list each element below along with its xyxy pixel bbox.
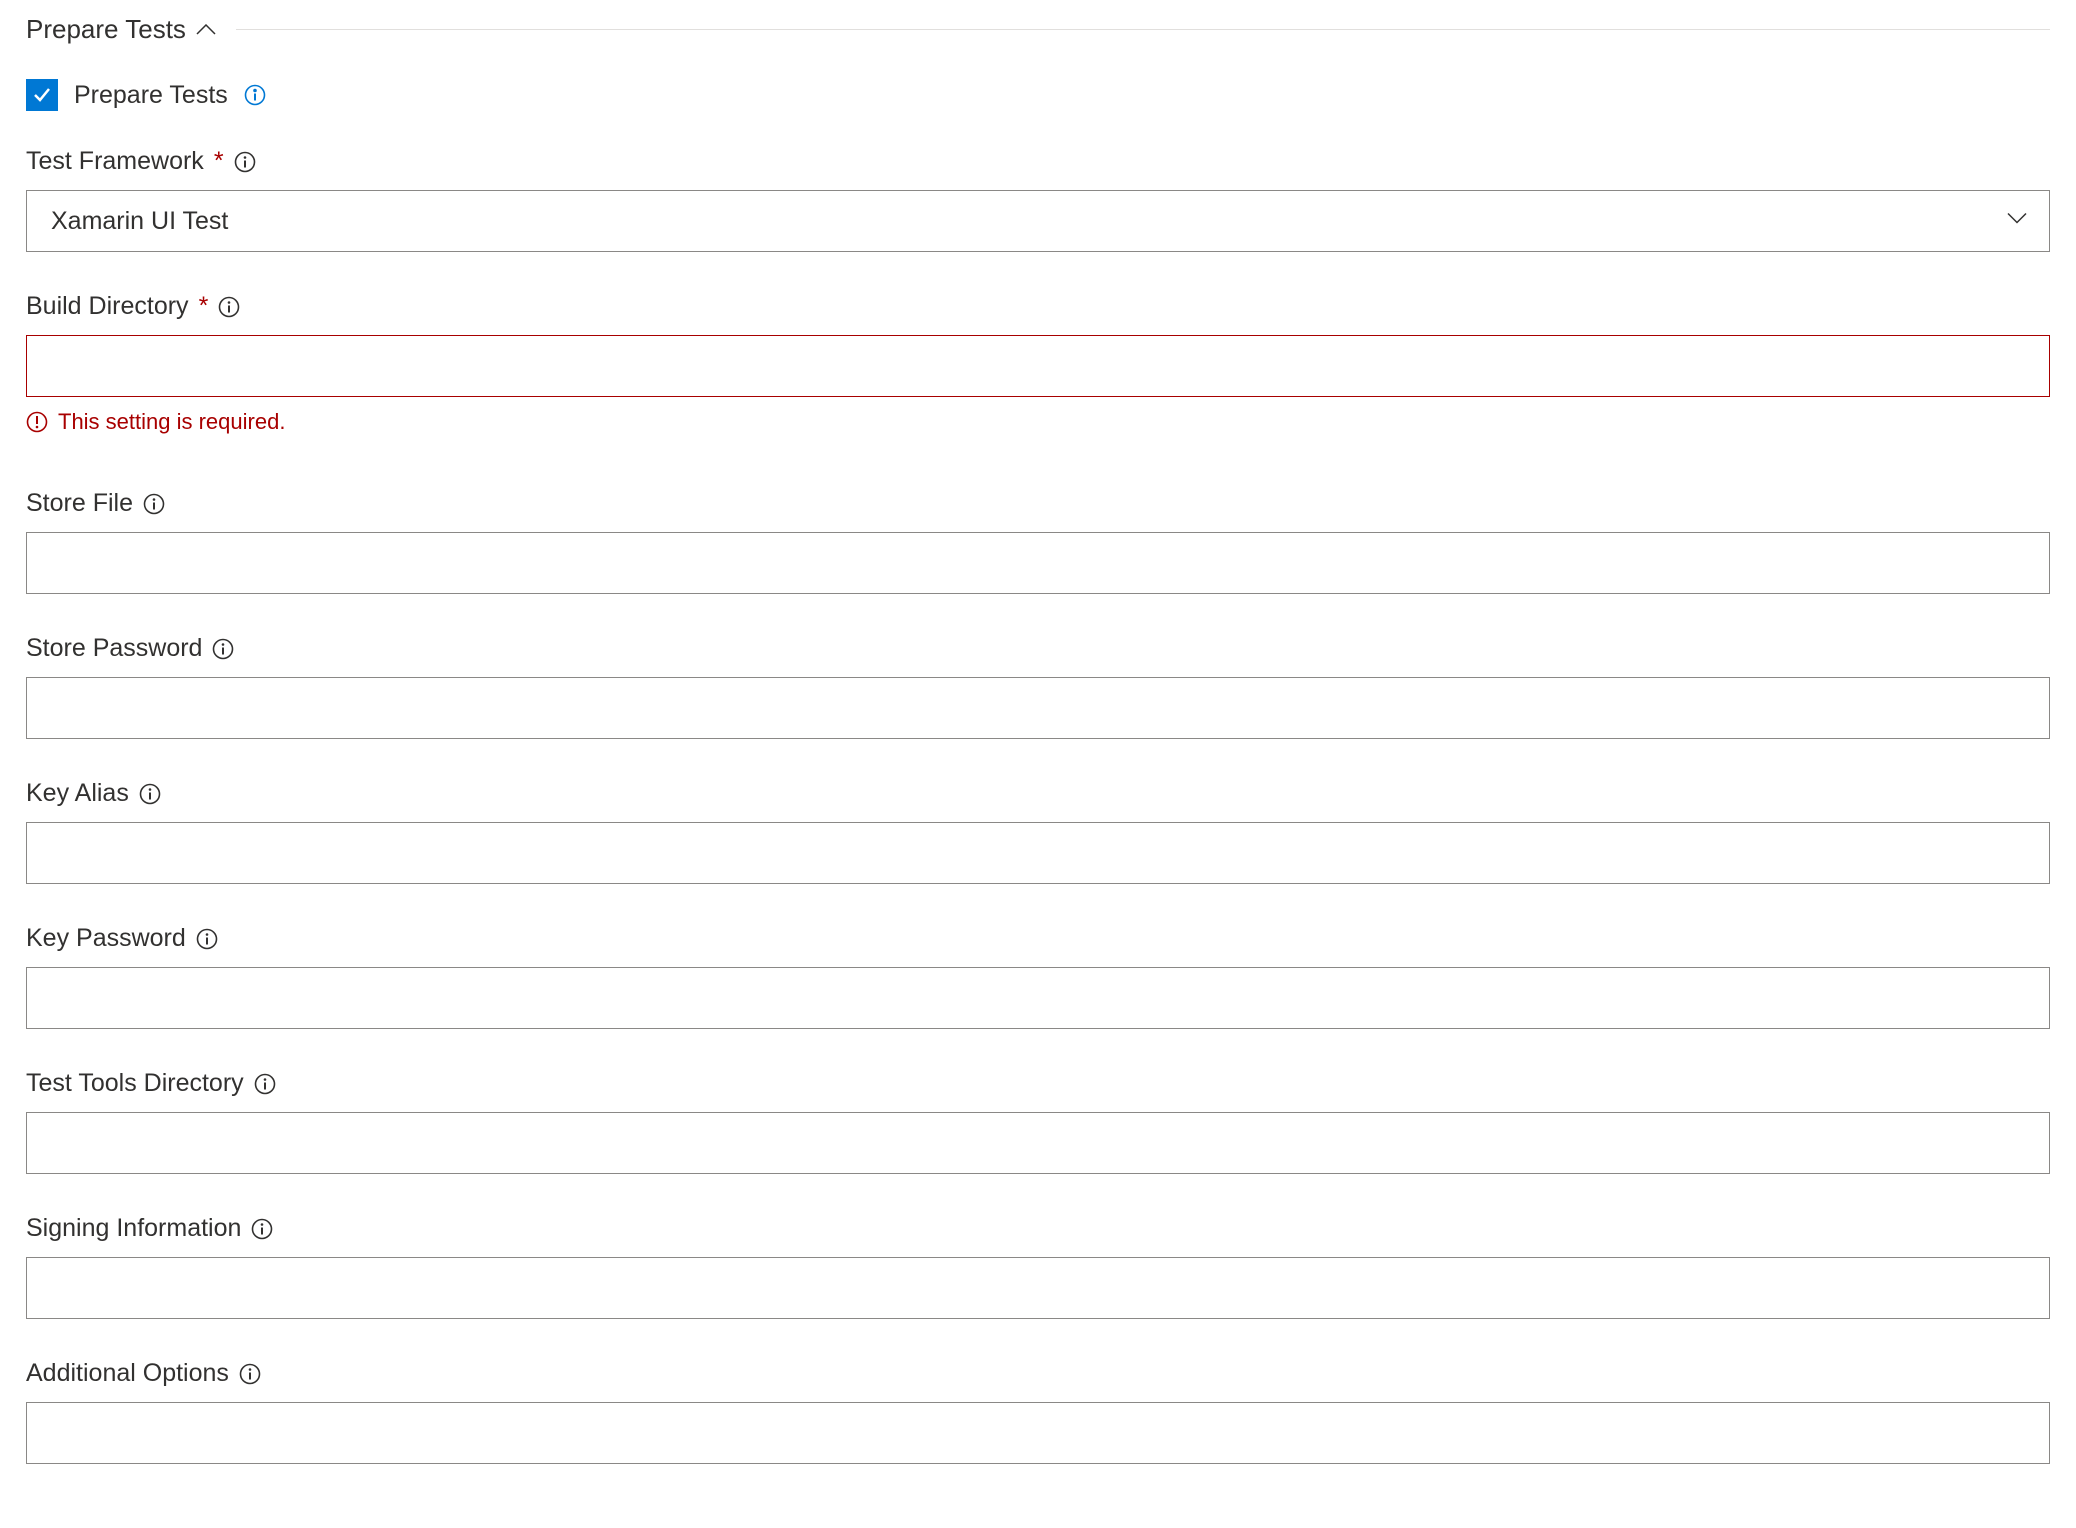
required-indicator: *	[214, 147, 224, 176]
build-directory-field: Build Directory * This setting is requir…	[26, 292, 2050, 435]
build-directory-input[interactable]	[26, 335, 2050, 397]
test-tools-directory-field: Test Tools Directory	[26, 1069, 2050, 1174]
test-framework-select-wrapper: Xamarin UI Test	[26, 190, 2050, 252]
info-icon[interactable]	[251, 1218, 273, 1240]
key-alias-label: Key Alias	[26, 779, 129, 808]
store-password-field: Store Password	[26, 634, 2050, 739]
field-label-row: Build Directory *	[26, 292, 2050, 321]
info-icon[interactable]	[143, 493, 165, 515]
error-row: This setting is required.	[26, 409, 2050, 435]
key-alias-field: Key Alias	[26, 779, 2050, 884]
test-framework-value: Xamarin UI Test	[51, 207, 228, 236]
prepare-tests-checkbox-label: Prepare Tests	[74, 81, 228, 110]
prepare-tests-checkbox-row: Prepare Tests	[26, 79, 2050, 111]
field-label-row: Store File	[26, 489, 2050, 518]
test-framework-label: Test Framework	[26, 147, 204, 176]
key-password-label: Key Password	[26, 924, 186, 953]
field-label-row: Test Framework *	[26, 147, 2050, 176]
signing-information-label: Signing Information	[26, 1214, 241, 1243]
section-header[interactable]: Prepare Tests	[26, 0, 2050, 59]
field-label-row: Signing Information	[26, 1214, 2050, 1243]
key-alias-input[interactable]	[26, 822, 2050, 884]
info-icon[interactable]	[139, 783, 161, 805]
prepare-tests-checkbox[interactable]	[26, 79, 58, 111]
chevron-up-icon	[196, 24, 216, 36]
additional-options-input[interactable]	[26, 1402, 2050, 1464]
store-file-input[interactable]	[26, 532, 2050, 594]
section-title: Prepare Tests	[26, 14, 186, 45]
required-indicator: *	[199, 292, 209, 321]
test-framework-field: Test Framework * Xamarin UI Test	[26, 147, 2050, 252]
key-password-input[interactable]	[26, 967, 2050, 1029]
field-label-row: Key Alias	[26, 779, 2050, 808]
store-file-field: Store File	[26, 489, 2050, 594]
info-icon[interactable]	[212, 638, 234, 660]
build-directory-error-text: This setting is required.	[58, 409, 285, 435]
additional-options-label: Additional Options	[26, 1359, 229, 1388]
section-divider	[236, 29, 2050, 30]
info-icon[interactable]	[218, 296, 240, 318]
error-icon	[26, 411, 48, 433]
field-label-row: Additional Options	[26, 1359, 2050, 1388]
test-tools-directory-label: Test Tools Directory	[26, 1069, 244, 1098]
info-icon[interactable]	[244, 84, 266, 106]
additional-options-field: Additional Options	[26, 1359, 2050, 1464]
test-framework-select[interactable]: Xamarin UI Test	[26, 190, 2050, 252]
store-password-label: Store Password	[26, 634, 202, 663]
field-label-row: Store Password	[26, 634, 2050, 663]
build-directory-label: Build Directory	[26, 292, 189, 321]
info-icon[interactable]	[239, 1363, 261, 1385]
signing-information-field: Signing Information	[26, 1214, 2050, 1319]
info-icon[interactable]	[234, 151, 256, 173]
info-icon[interactable]	[254, 1073, 276, 1095]
signing-information-input[interactable]	[26, 1257, 2050, 1319]
field-label-row: Key Password	[26, 924, 2050, 953]
test-tools-directory-input[interactable]	[26, 1112, 2050, 1174]
field-label-row: Test Tools Directory	[26, 1069, 2050, 1098]
store-password-input[interactable]	[26, 677, 2050, 739]
info-icon[interactable]	[196, 928, 218, 950]
store-file-label: Store File	[26, 489, 133, 518]
key-password-field: Key Password	[26, 924, 2050, 1029]
